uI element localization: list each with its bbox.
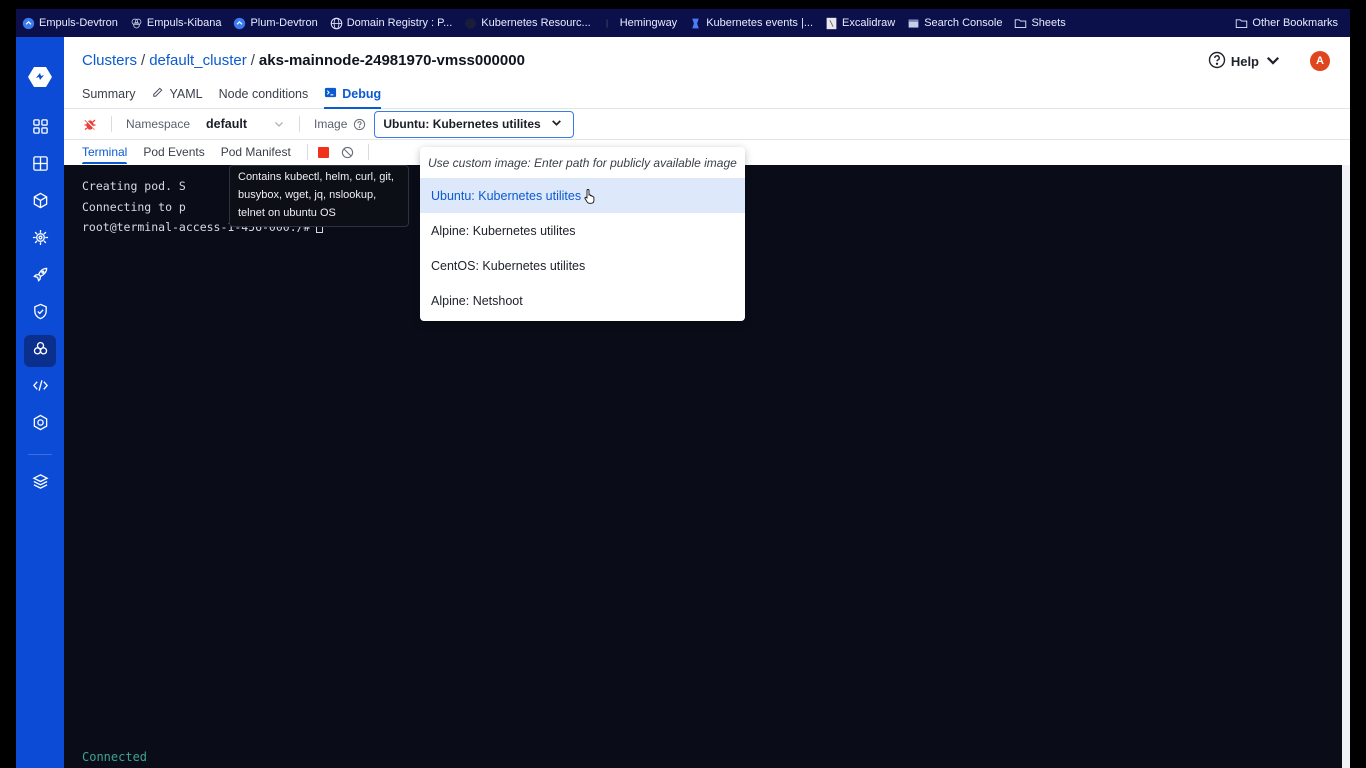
- folder-icon: [1014, 17, 1027, 30]
- kubernetes-icon: [689, 17, 702, 30]
- terminal-icon: [324, 86, 337, 102]
- layers-icon: [31, 473, 49, 495]
- hand-pointer-cursor-icon: [583, 188, 597, 204]
- code-icon: [32, 377, 49, 399]
- dropdown-option-ubuntu[interactable]: Ubuntu: Kubernetes utilites: [420, 178, 745, 213]
- sidebar-item-app-groups[interactable]: [24, 150, 56, 182]
- subtab-pod-manifest[interactable]: Pod Manifest: [221, 140, 291, 164]
- page-header: Clusters / default_cluster / aks-mainnode-24…: [64, 37, 1350, 109]
- bookmark-other-bookmarks[interactable]: Other Bookmarks: [1235, 17, 1338, 30]
- tab-node-conditions[interactable]: Node conditions: [219, 84, 309, 109]
- debug-toolbar: Namespace default Image Ubuntu: Kubernet…: [64, 109, 1350, 140]
- bookmark-sheets[interactable]: Sheets: [1014, 17, 1066, 30]
- toolbar-divider: [111, 116, 112, 132]
- bookmark-excalidraw[interactable]: Excalidraw: [825, 17, 895, 30]
- bookmarks-bar: Empuls-Devtron Empuls-Kibana Plum-Devtro…: [16, 9, 1350, 37]
- subtab-terminal[interactable]: Terminal: [82, 140, 128, 164]
- kibana-icon: [130, 17, 143, 30]
- folder-icon: [1235, 17, 1248, 30]
- bookmark-kubernetes-resources[interactable]: Kubernetes Resourc...: [464, 17, 591, 30]
- image-description-tooltip: Contains kubectl, helm, curl, git, busyb…: [229, 165, 409, 227]
- help-circle-icon[interactable]: [353, 118, 366, 131]
- devtron-icon: [233, 17, 246, 30]
- apps-grid-icon: [32, 118, 49, 140]
- dropdown-option-alpine-k8s[interactable]: Alpine: Kubernetes utilites: [420, 213, 745, 248]
- sidebar-item-security[interactable]: [24, 298, 56, 330]
- cube-icon: [32, 192, 49, 214]
- custom-image-hint[interactable]: Use custom image: Enter path for publicl…: [420, 147, 745, 178]
- sidebar-item-chart-store[interactable]: [24, 224, 56, 256]
- help-menu[interactable]: Help: [1208, 51, 1282, 72]
- app-groups-icon: [32, 155, 49, 177]
- sidebar-item-global-config[interactable]: [24, 409, 56, 441]
- devtron-logo[interactable]: [26, 63, 54, 91]
- main-content: Clusters / default_cluster / aks-mainnode-24…: [64, 37, 1350, 768]
- settings-gear-icon: [32, 414, 49, 436]
- dropdown-option-centos[interactable]: CentOS: Kubernetes utilites: [420, 248, 745, 283]
- chevron-down-icon[interactable]: [273, 118, 285, 130]
- devtron-icon: [22, 17, 35, 30]
- clear-terminal-icon[interactable]: [341, 146, 354, 159]
- sidebar-item-applications[interactable]: [24, 113, 56, 145]
- node-tabs: Summary YAML Node conditions Debug: [82, 84, 381, 109]
- chevron-down-icon: [1264, 51, 1282, 72]
- hemingway-icon: [603, 17, 616, 30]
- bookmark-domain-registry[interactable]: Domain Registry : P...: [330, 17, 452, 30]
- bookmark-empuls-devtron[interactable]: Empuls-Devtron: [22, 17, 118, 30]
- security-shield-icon: [32, 303, 49, 325]
- stop-terminal-button[interactable]: [317, 146, 329, 158]
- bookmark-empuls-kibana[interactable]: Empuls-Kibana: [130, 17, 221, 30]
- resource-browser-icon: [32, 340, 49, 362]
- breadcrumb-default-cluster[interactable]: default_cluster: [149, 52, 247, 69]
- toolbar-divider: [299, 116, 301, 132]
- user-avatar[interactable]: A: [1310, 51, 1330, 71]
- dropdown-option-alpine-netshoot[interactable]: Alpine: Netshoot: [420, 283, 745, 318]
- breadcrumb: Clusters / default_cluster / aks-mainnode-24…: [82, 52, 525, 69]
- excalidraw-icon: [825, 17, 838, 30]
- connection-status: Connected: [82, 750, 148, 764]
- bookmark-kubernetes-events[interactable]: Kubernetes events |...: [689, 17, 813, 30]
- tab-yaml[interactable]: YAML: [151, 84, 203, 109]
- breadcrumb-node-name: aks-mainnode-24981970-vmss000000: [258, 52, 525, 69]
- sidebar-divider: [28, 454, 52, 455]
- bookmark-hemingway[interactable]: Hemingway: [603, 17, 677, 30]
- github-icon: [464, 17, 477, 30]
- sidebar: [16, 37, 64, 768]
- bookmark-plum-devtron[interactable]: Plum-Devtron: [233, 17, 318, 30]
- image-label: Image: [314, 117, 348, 131]
- sidebar-item-jobs[interactable]: [24, 187, 56, 219]
- help-circle-icon: [1208, 51, 1226, 72]
- chart-store-icon: [32, 229, 49, 251]
- chevron-down-icon: [550, 116, 563, 132]
- subbar-divider: [367, 144, 369, 160]
- subtab-pod-events[interactable]: Pod Events: [143, 140, 204, 164]
- sidebar-item-deployment[interactable]: [24, 261, 56, 293]
- subbar-divider: [306, 144, 308, 160]
- bookmark-search-console[interactable]: Search Console: [907, 17, 1002, 30]
- sidebar-item-resource-browser[interactable]: [24, 335, 56, 367]
- content-right-edge: [1342, 165, 1350, 768]
- devtron-app: Clusters / default_cluster / aks-mainnode-24…: [16, 37, 1350, 768]
- image-dropdown-menu: Use custom image: Enter path for publicl…: [420, 147, 745, 321]
- breadcrumb-clusters[interactable]: Clusters: [82, 52, 137, 69]
- sidebar-item-stack-manager[interactable]: [24, 468, 56, 500]
- rocket-icon: [32, 266, 49, 288]
- namespace-label: Namespace: [126, 117, 191, 131]
- sidebar-item-bulk-edit[interactable]: [24, 372, 56, 404]
- tab-summary[interactable]: Summary: [82, 84, 135, 109]
- image-select[interactable]: Ubuntu: Kubernetes utilites: [374, 110, 575, 138]
- pencil-icon: [151, 86, 164, 102]
- disconnect-bug-icon[interactable]: [83, 117, 97, 131]
- namespace-select[interactable]: default: [206, 117, 247, 131]
- tab-debug[interactable]: Debug: [324, 84, 381, 109]
- globe-icon: [330, 17, 343, 30]
- search-console-icon: [907, 17, 920, 30]
